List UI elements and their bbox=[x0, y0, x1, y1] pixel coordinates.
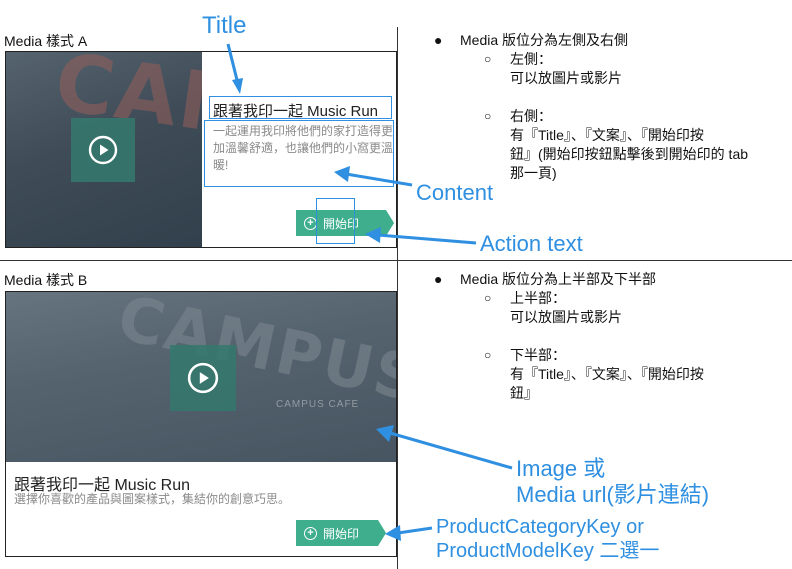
annotation-title: Title bbox=[202, 12, 247, 39]
right-side-desc-line: 那一頁) bbox=[510, 165, 557, 181]
divider-vertical bbox=[397, 27, 398, 569]
top-half-desc: 可以放圖片或影片 bbox=[510, 309, 622, 325]
bottom-half-label: 下半部： bbox=[510, 347, 566, 363]
section-b-bullet: Media 版位分為上半部及下半部 bbox=[460, 271, 657, 287]
section-b-description: ● Media 版位分為上半部及下半部 ○ 上半部： 可以放圖片或影片 ○ 下半部： … bbox=[430, 270, 792, 403]
bullet-circle: ○ bbox=[484, 348, 492, 362]
section-a-description: ● Media 版位分為左側及右側 ○ 左側： 可以放圖片或影片 ○ 右側： 有『Ti… bbox=[430, 31, 792, 183]
bottom-half-desc-line: 有『Title』、『文案』、『開始印按 bbox=[510, 366, 704, 382]
bg-campus-cafe-text: CAMPUS CAFE bbox=[276, 399, 360, 410]
content-highlight-box bbox=[204, 120, 394, 187]
bullet-circle: ○ bbox=[484, 291, 492, 305]
section-a-bullet: Media 版位分為左側及右側 bbox=[460, 32, 629, 48]
right-side-label: 右側： bbox=[510, 108, 552, 124]
media-image-b[interactable]: CAMPUS CAMPUS CAFE bbox=[6, 292, 397, 462]
annotation-image-line1: Image 或 bbox=[516, 456, 606, 481]
section-b-heading: Media 樣式 B bbox=[4, 272, 88, 288]
card-b-action-label: 開始印 bbox=[323, 526, 360, 541]
annotation-content: Content bbox=[416, 180, 494, 205]
bottom-half-desc-line: 鈕』 bbox=[510, 385, 538, 401]
media-image-a[interactable]: CAMPUS bbox=[6, 52, 202, 247]
title-highlight-box bbox=[209, 96, 392, 119]
left-side-desc: 可以放圖片或影片 bbox=[510, 70, 622, 86]
top-half-label: 上半部： bbox=[510, 290, 566, 306]
right-side-desc-line: 有『Title』、『文案』、『開始印按 bbox=[510, 127, 704, 143]
play-button[interactable] bbox=[71, 118, 135, 182]
action-highlight-box bbox=[316, 198, 355, 244]
bullet-dot: ● bbox=[434, 271, 443, 287]
annotation-product-line1: ProductCategoryKey or bbox=[436, 516, 644, 538]
annotation-image-line2: Media url(影片連結) bbox=[516, 482, 710, 507]
play-icon bbox=[187, 362, 219, 394]
bullet-circle: ○ bbox=[484, 52, 492, 66]
divider-horizontal bbox=[0, 260, 792, 261]
annotation-action-text: Action text bbox=[480, 231, 583, 256]
right-side-desc-line: 鈕』(開始印按鈕點擊後到開始印的 tab bbox=[510, 146, 749, 162]
play-button[interactable] bbox=[170, 345, 236, 411]
card-b-content: 選擇你喜歡的產品與圖案樣式，集結你的創意巧思。 bbox=[14, 492, 291, 506]
media-card-b: CAMPUS CAMPUS CAFE 跟著我印一起 Music Run 選擇你喜… bbox=[5, 291, 397, 557]
annotation-product-line2: ProductModelKey 二選一 bbox=[436, 540, 660, 562]
bullet-circle: ○ bbox=[484, 109, 492, 123]
play-icon bbox=[88, 135, 118, 165]
plus-circle-icon: + bbox=[304, 526, 317, 540]
section-a-heading: Media 樣式 A bbox=[4, 33, 88, 49]
arrow-product bbox=[397, 526, 433, 535]
bg-campus-text: CAMPUS bbox=[111, 292, 397, 417]
left-side-label: 左側： bbox=[510, 51, 552, 67]
card-b-action-button[interactable]: + 開始印 bbox=[296, 520, 386, 546]
bullet-dot: ● bbox=[434, 32, 443, 48]
arrow-image bbox=[389, 431, 513, 470]
